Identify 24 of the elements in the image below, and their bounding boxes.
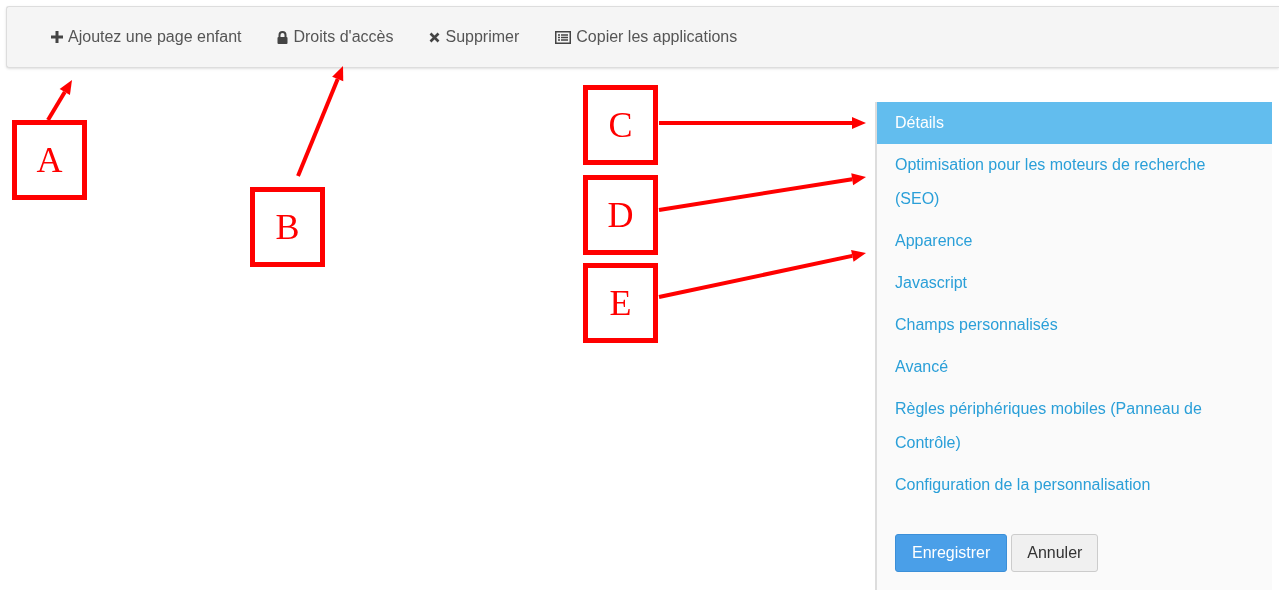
toolbar-button[interactable]: Ajoutez une page enfant: [51, 25, 242, 49]
menu-item[interactable]: Apparence: [877, 220, 1272, 262]
menu-item[interactable]: Détails: [877, 102, 1272, 144]
menu-item[interactable]: Champs personnalisés: [877, 304, 1272, 346]
menu-item[interactable]: Règles périphériques mobiles (Panneau de Contrôle): [877, 388, 1272, 464]
callout-label: C: [583, 85, 658, 165]
cancel-button[interactable]: Annuler: [1011, 534, 1099, 572]
menu-item[interactable]: Configuration de la personnalisation: [877, 464, 1272, 506]
toolbar-button[interactable]: Droits d'accès: [277, 25, 394, 49]
lock-icon: [277, 30, 289, 44]
toolbar-button[interactable]: Copier les applications: [555, 25, 738, 49]
arrow: [46, 80, 72, 122]
callout-label: D: [583, 175, 658, 255]
list-icon: [555, 30, 572, 44]
save-button[interactable]: Enregistrer: [895, 534, 1008, 572]
close-icon: [429, 31, 441, 43]
plus-icon: [51, 31, 63, 43]
callout-label: B: [250, 187, 325, 267]
menu-item[interactable]: Javascript: [877, 262, 1272, 304]
callout-label: E: [583, 263, 658, 343]
menu-item[interactable]: Avancé: [877, 346, 1272, 388]
toolbar-button[interactable]: Supprimer: [429, 25, 520, 49]
menu-item[interactable]: Optimisation pour les moteurs de recherche (SEO): [877, 144, 1272, 220]
callout-label: A: [12, 120, 87, 200]
